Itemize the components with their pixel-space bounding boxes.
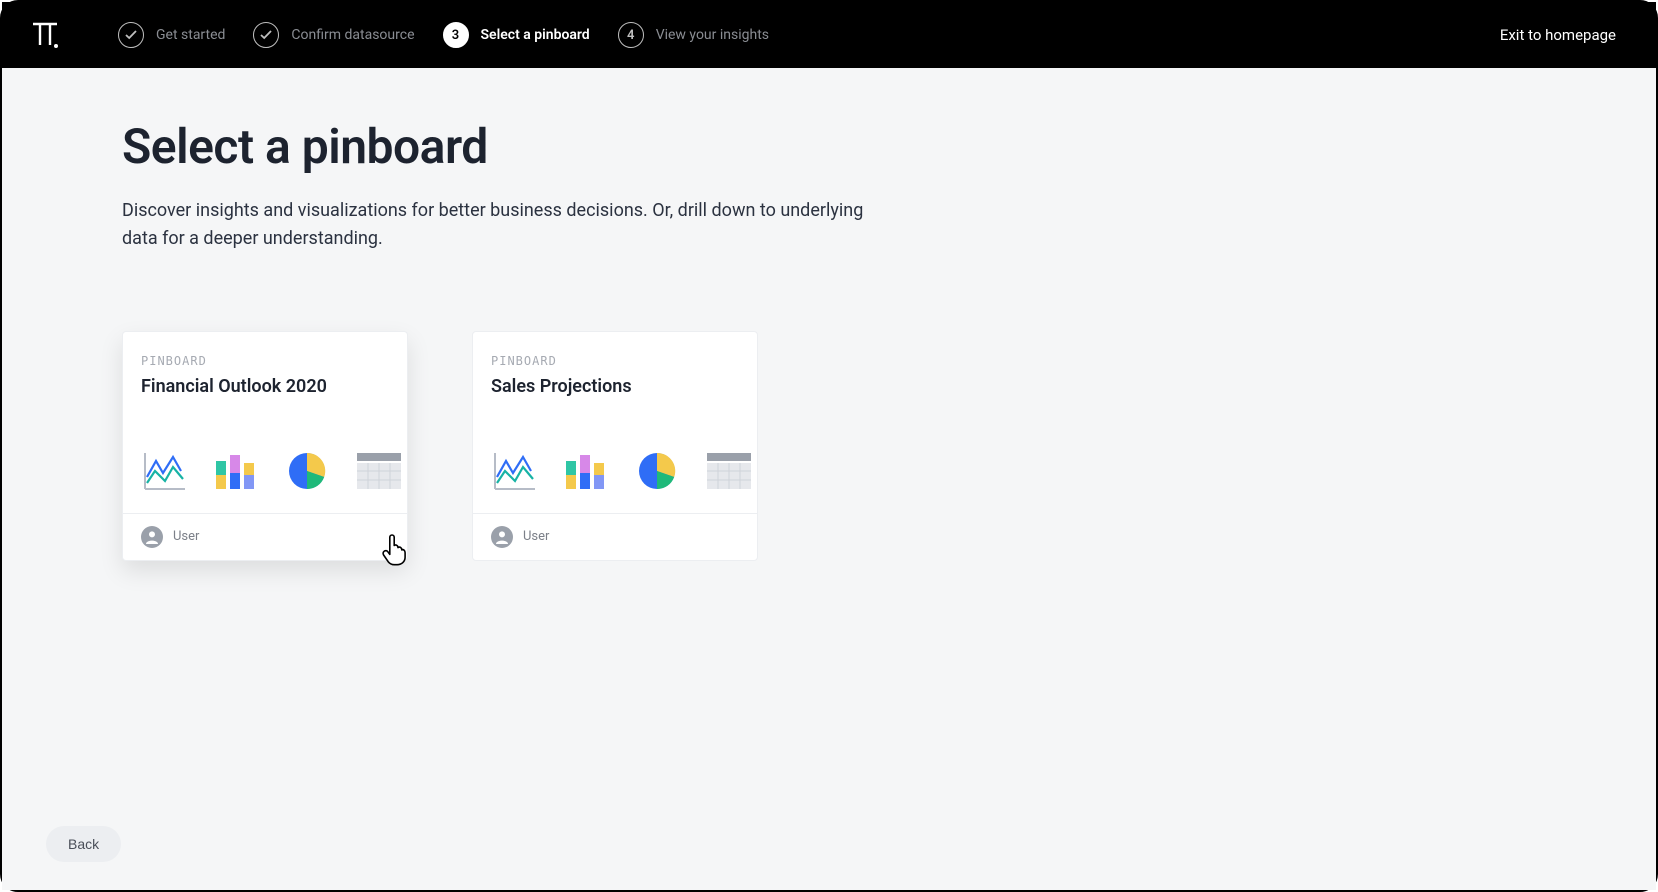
card-eyebrow: PINBOARD	[141, 354, 389, 368]
step-select-pinboard[interactable]: 3 Select a pinboard	[443, 22, 590, 48]
pinboard-card[interactable]: PINBOARD Sales Projections User	[472, 331, 758, 561]
exit-link[interactable]: Exit to homepage	[1500, 26, 1616, 44]
card-eyebrow: PINBOARD	[491, 354, 739, 368]
step-confirm-datasource[interactable]: Confirm datasource	[253, 22, 414, 48]
back-button[interactable]: Back	[46, 826, 121, 862]
main-content: Select a pinboard Discover insights and …	[2, 68, 1656, 890]
line-chart-icon	[143, 451, 187, 491]
line-chart-icon	[493, 451, 537, 491]
card-footer: User	[123, 513, 407, 560]
step-number: 4	[618, 22, 644, 48]
card-title: Sales Projections	[491, 376, 739, 397]
user-avatar-icon	[141, 526, 163, 548]
step-label: View your insights	[656, 27, 769, 43]
step-label: Confirm datasource	[291, 27, 414, 43]
card-title: Financial Outlook 2020	[141, 376, 389, 397]
step-get-started[interactable]: Get started	[118, 22, 225, 48]
check-icon	[253, 22, 279, 48]
card-footer: User	[473, 513, 757, 560]
page-title: Select a pinboard	[122, 118, 1536, 175]
step-label: Select a pinboard	[481, 27, 590, 43]
pie-chart-icon	[285, 451, 329, 491]
stepper: Get started Confirm datasource 3 Select …	[118, 22, 1500, 48]
step-number: 3	[443, 22, 469, 48]
table-icon	[707, 451, 751, 491]
table-icon	[357, 451, 401, 491]
bar-chart-icon	[215, 451, 257, 491]
pinboard-card[interactable]: PINBOARD Financial Outlook 2020 User	[122, 331, 408, 561]
card-thumbnails	[141, 451, 389, 495]
top-bar: Get started Confirm datasource 3 Select …	[2, 2, 1656, 68]
logo-icon	[30, 20, 60, 50]
step-label: Get started	[156, 27, 225, 43]
pinboard-card-list: PINBOARD Financial Outlook 2020 User	[122, 331, 1536, 561]
page-description: Discover insights and visualizations for…	[122, 197, 882, 253]
check-icon	[118, 22, 144, 48]
step-view-insights[interactable]: 4 View your insights	[618, 22, 769, 48]
card-user-label: User	[523, 529, 549, 544]
card-thumbnails	[491, 451, 739, 495]
pie-chart-icon	[635, 451, 679, 491]
user-avatar-icon	[491, 526, 513, 548]
card-user-label: User	[173, 529, 199, 544]
bar-chart-icon	[565, 451, 607, 491]
